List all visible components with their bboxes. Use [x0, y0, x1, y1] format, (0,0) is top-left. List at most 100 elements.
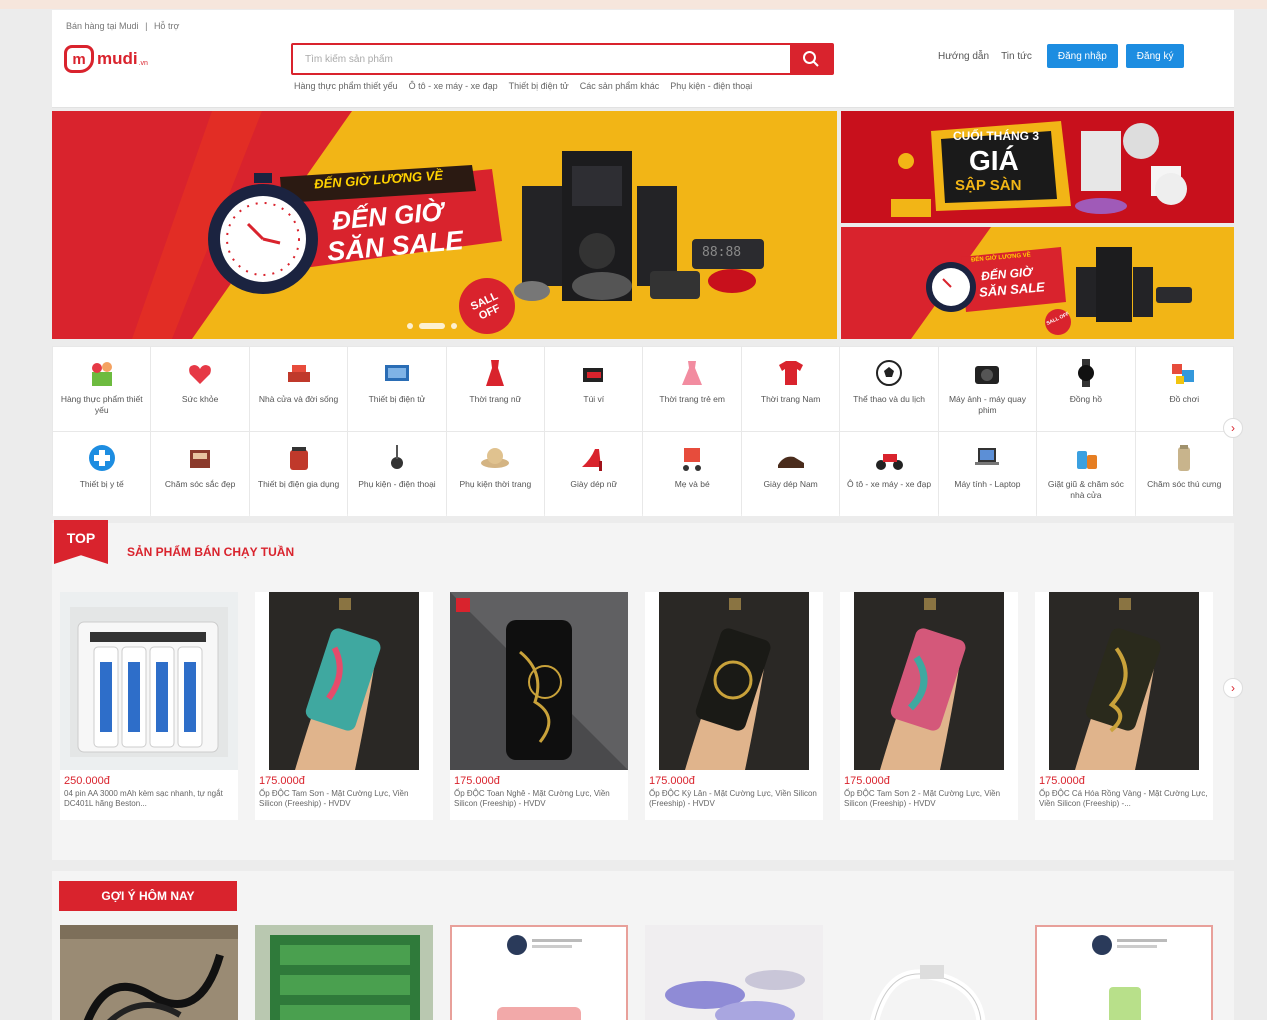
search-input[interactable]: [293, 45, 788, 73]
product-card[interactable]: 175.000đ Ốp ĐỘC Cá Hóa Rồng Vàng - Mặt C…: [1035, 592, 1213, 820]
product-image: [255, 592, 433, 770]
logo[interactable]: m mudi .vn: [64, 45, 148, 73]
beauty-icon: [183, 441, 217, 475]
category-label: Thời trang nữ: [469, 394, 522, 404]
category-label: Ô tô - xe máy - xe đạp: [846, 479, 932, 489]
header: Bán hàng tại Mudi | Hỗ trợ m mudi .vn Hà…: [52, 10, 1234, 108]
product-card[interactable]: 175.000đ Ốp ĐỘC Tam Sơn 2 - Mặt Cường Lự…: [840, 592, 1018, 820]
phone-case-image: [450, 592, 628, 770]
hat-icon: [478, 441, 512, 475]
heels-icon: [577, 441, 611, 475]
category-label: Phụ kiện thời trang: [459, 479, 532, 489]
product-image: [840, 592, 1018, 770]
category-next-button[interactable]: ›: [1223, 418, 1243, 438]
category-item[interactable]: Thiết bị điện gia dụng: [249, 432, 348, 516]
category-item[interactable]: Máy tính - Laptop: [938, 432, 1037, 516]
sell-on-mudi-link[interactable]: Bán hàng tại Mudi: [66, 21, 139, 31]
medical-icon: [85, 441, 119, 475]
product-card[interactable]: 175.000đ Ốp ĐỘC Toan Nghê - Mặt Cường Lự…: [450, 592, 628, 820]
product-card[interactable]: 175.000đ Ốp ĐỘC Kỳ Lân - Mặt Cường Lực, …: [645, 592, 823, 820]
top-products-section: TOP SẢN PHẨM BÁN CHẠY TUẦN 250.000đ 04 p…: [52, 520, 1234, 860]
category-item[interactable]: Đồ chơi: [1135, 347, 1233, 431]
category-item[interactable]: Thời trang nữ: [446, 347, 545, 431]
category-item[interactable]: Túi ví: [545, 347, 643, 431]
category-item[interactable]: Phụ kiện - điện thoại: [348, 432, 446, 516]
watch-icon: [1069, 356, 1103, 390]
category-label: Thiết bị điện tử: [368, 394, 426, 404]
product-image: [450, 592, 628, 770]
product-card[interactable]: 175.000đ Ốp ĐỘC Tam Sơn - Mặt Cường Lực,…: [255, 592, 433, 820]
top-strip: [0, 0, 1267, 9]
suggestion-card[interactable]: [450, 925, 628, 1020]
category-item[interactable]: Máy ảnh - máy quay phim: [938, 347, 1037, 431]
product-price: 250.000đ: [64, 775, 110, 787]
product-name: Ốp ĐỘC Kỳ Lân - Mặt Cường Lực, Viền Sili…: [649, 789, 817, 808]
category-item[interactable]: Giày dép Nam: [741, 432, 840, 516]
category-item[interactable]: Giặt giũ & chăm sóc nhà cửa: [1037, 432, 1135, 516]
category-item[interactable]: Chăm sóc thú cưng: [1135, 432, 1233, 516]
category-label: Giày dép nữ: [570, 479, 618, 489]
news-link[interactable]: Tin tức: [1001, 51, 1032, 62]
logo-suffix: .vn: [138, 59, 148, 67]
side-banner-1-art: [841, 111, 1234, 223]
product-price: 175.000đ: [259, 775, 305, 787]
pink-product-image: [452, 927, 626, 1020]
category-item[interactable]: Hàng thực phẩm thiết yếu: [53, 347, 151, 431]
suggestions-section: GỢI Ý HÔM NAY: [52, 871, 1234, 1020]
category-item[interactable]: Ô tô - xe máy - xe đạp: [840, 432, 938, 516]
side-banner-price-drop[interactable]: CUỐI THÁNG 3 GIÁ SẬP SÀN: [841, 111, 1234, 223]
guide-link[interactable]: Hướng dẫn: [938, 51, 989, 62]
product-price: 175.000đ: [844, 775, 890, 787]
support-link[interactable]: Hỗ trợ: [154, 21, 179, 31]
quick-link-other[interactable]: Các sản phẩm khác: [580, 81, 660, 91]
banner-dot-active[interactable]: [419, 323, 445, 329]
products-next-button[interactable]: ›: [1223, 678, 1243, 698]
login-button[interactable]: Đăng nhập: [1046, 44, 1118, 68]
suggestion-card[interactable]: [1035, 925, 1213, 1020]
banner-pagination: [407, 323, 457, 329]
category-item[interactable]: Thiết bị y tế: [53, 432, 151, 516]
suggestion-card[interactable]: [840, 925, 1018, 1020]
category-item[interactable]: Mẹ và bé: [643, 432, 741, 516]
top-tag: TOP: [54, 520, 108, 564]
product-price: 175.000đ: [649, 775, 695, 787]
product-name: Ốp ĐỘC Cá Hóa Rồng Vàng - Mặt Cường Lực,…: [1039, 789, 1208, 808]
category-item[interactable]: Thời trang trẻ em: [643, 347, 741, 431]
product-price: 175.000đ: [1039, 775, 1085, 787]
banner-dot[interactable]: [407, 323, 413, 329]
category-label: Thời trang Nam: [760, 394, 821, 404]
category-item[interactable]: Chăm sóc sắc đẹp: [151, 432, 249, 516]
quick-link-grocery[interactable]: Hàng thực phẩm thiết yếu: [294, 81, 398, 91]
quick-link-electronics[interactable]: Thiết bị điện tử: [509, 81, 569, 91]
category-item[interactable]: Thể thao và du lịch: [840, 347, 938, 431]
category-item[interactable]: Đồng hồ: [1037, 347, 1135, 431]
suggestions-title: GỢI Ý HÔM NAY: [59, 881, 237, 911]
category-item[interactable]: Sức khỏe: [151, 347, 249, 431]
register-button[interactable]: Đăng ký: [1125, 44, 1185, 68]
quick-link-phone-accessories[interactable]: Phụ kiện - điện thoại: [670, 81, 752, 91]
side-banner-payday-sale[interactable]: ĐẾN GIỜ LƯƠNG VỀ ĐẾN GIỜ SĂN SALE SALL O…: [841, 227, 1234, 339]
motorbike-icon: [872, 441, 906, 475]
banner-dot[interactable]: [451, 323, 457, 329]
suggestion-card[interactable]: [60, 925, 238, 1020]
suggestion-card[interactable]: [255, 925, 433, 1020]
product-card[interactable]: 250.000đ 04 pin AA 3000 mAh kèm sạc nhan…: [60, 592, 238, 820]
main-banner[interactable]: ĐẾN GIỜ LƯƠNG VỀ ĐẾN GIỜ SĂN SALE SALL O…: [52, 111, 837, 339]
category-item[interactable]: Thiết bị điện tử: [348, 347, 446, 431]
category-label: Giày dép Nam: [763, 479, 818, 489]
category-label: Sức khỏe: [181, 394, 219, 404]
category-label: Thiết bị y tế: [79, 479, 124, 489]
logo-text: mudi: [97, 49, 138, 68]
shirt-icon: [774, 356, 808, 390]
cable-product-image: [60, 925, 238, 1020]
category-item[interactable]: Thời trang Nam: [741, 347, 840, 431]
search-button[interactable]: [790, 45, 832, 73]
phone-case-image: [854, 592, 1004, 770]
category-item[interactable]: Giày dép nữ: [545, 432, 643, 516]
quick-link-vehicles[interactable]: Ô tô - xe máy - xe đạp: [409, 81, 498, 91]
suggestion-card[interactable]: [645, 925, 823, 1020]
product-name: Ốp ĐỘC Tam Sơn - Mặt Cường Lực, Viền Sil…: [259, 789, 409, 808]
category-label: Thời trang trẻ em: [659, 394, 725, 404]
category-item[interactable]: Nhà cửa và đời sống: [249, 347, 348, 431]
category-item[interactable]: Phụ kiện thời trang: [446, 432, 545, 516]
